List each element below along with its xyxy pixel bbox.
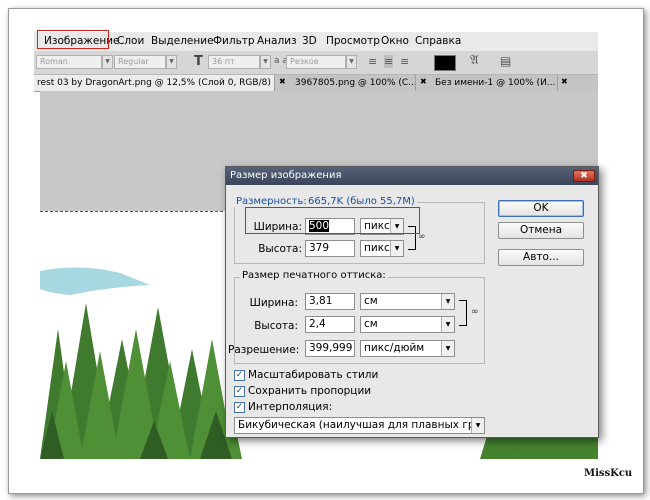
menu-highlight-frame bbox=[37, 30, 109, 49]
size-value: 665,7K (было 55,7M) bbox=[306, 196, 417, 207]
menu-bar: Изображение Слои Выделение Фильтр Анализ… bbox=[34, 32, 598, 52]
print-size-label: Размер печатного оттиска: bbox=[240, 270, 388, 281]
font-style-field[interactable]: Regular bbox=[114, 55, 166, 69]
chevron-down-icon[interactable]: ▼ bbox=[102, 55, 113, 69]
chevron-down-icon[interactable]: ▼ bbox=[260, 55, 271, 69]
resolution-unit-select[interactable]: пикс/дюйм ▼ bbox=[360, 340, 455, 357]
close-icon[interactable]: ✖ bbox=[420, 77, 427, 86]
menu-layers[interactable]: Слои bbox=[117, 35, 144, 47]
auto-button[interactable]: Авто... bbox=[498, 249, 584, 266]
print-width-input[interactable]: 3,81 bbox=[305, 293, 355, 310]
resolution-input[interactable]: 399,999 bbox=[305, 340, 355, 357]
panels-icon[interactable]: ▤ bbox=[500, 54, 511, 68]
align-right-icon[interactable]: ≡ bbox=[400, 55, 409, 68]
resample-checkbox[interactable]: ✓ bbox=[234, 402, 245, 413]
resolution-label: Разрешение: bbox=[228, 344, 300, 356]
dialog-title: Размер изображения bbox=[226, 167, 598, 185]
warp-text-icon[interactable]: 𝔄 bbox=[470, 53, 479, 68]
text-color-swatch[interactable] bbox=[434, 55, 456, 71]
menu-help[interactable]: Справка bbox=[415, 35, 461, 47]
print-height-unit: см bbox=[364, 318, 378, 330]
pixel-height-unit: пикс. bbox=[364, 242, 394, 254]
close-icon[interactable]: ✖ bbox=[279, 77, 286, 86]
chevron-down-icon[interactable]: ▼ bbox=[346, 55, 357, 69]
antialias-field[interactable]: Резкое bbox=[286, 55, 346, 69]
chevron-down-icon: ▼ bbox=[471, 418, 484, 433]
chevron-down-icon: ▼ bbox=[441, 341, 454, 356]
resolution-unit: пикс/дюйм bbox=[364, 342, 425, 354]
constrain-proportions-label: Сохранить пропорции bbox=[248, 385, 372, 397]
constrain-proportions-checkbox[interactable]: ✓ bbox=[234, 386, 245, 397]
print-width-unit-select[interactable]: см ▼ bbox=[360, 293, 455, 310]
print-height-input[interactable]: 2,4 bbox=[305, 316, 355, 333]
width-highlight-frame bbox=[245, 207, 420, 234]
doc-tab-untitled[interactable]: Без имени-1 @ 100% (И... bbox=[432, 75, 558, 91]
chevron-down-icon[interactable]: ▼ bbox=[166, 55, 177, 69]
align-left-icon[interactable]: ≡ bbox=[368, 55, 377, 68]
print-constrain-bracket bbox=[459, 300, 467, 326]
resample-label: Интерполяция: bbox=[248, 401, 333, 413]
doc-tab-forest[interactable]: rest 03 by DragonArt.png @ 12,5% (Слой 0… bbox=[34, 75, 275, 91]
print-width-label: Ширина: bbox=[249, 297, 298, 309]
interpolation-select[interactable]: Бикубическая (наилучшая для плавных град… bbox=[234, 417, 485, 434]
font-size-icon: T bbox=[194, 54, 203, 69]
menu-filter[interactable]: Фильтр bbox=[213, 35, 255, 47]
options-bar: Roman ▼ Regular ▼ T 36 пт ▼ a a Резкое ▼… bbox=[34, 51, 598, 75]
menu-3d[interactable]: 3D bbox=[302, 35, 317, 47]
document-tab-bar: rest 03 by DragonArt.png @ 12,5% (Слой 0… bbox=[34, 75, 598, 92]
font-family-field[interactable]: Roman bbox=[36, 55, 102, 69]
close-icon[interactable]: ✖ bbox=[573, 170, 595, 182]
chevron-down-icon: ▼ bbox=[441, 294, 454, 309]
scale-styles-label: Масштабировать стили bbox=[248, 369, 379, 381]
size-label: Размерность: bbox=[234, 196, 309, 207]
print-height-label: Высота: bbox=[254, 320, 298, 332]
menu-select[interactable]: Выделение bbox=[151, 35, 214, 47]
align-center-icon[interactable]: ≡ bbox=[384, 55, 394, 68]
ok-button[interactable]: OK bbox=[498, 200, 584, 217]
chevron-down-icon: ▼ bbox=[390, 241, 403, 256]
doc-tab-3967805[interactable]: 3967805.png @ 100% (С... bbox=[292, 75, 416, 91]
pixel-height-unit-select[interactable]: пикс. ▼ bbox=[360, 240, 404, 257]
print-height-unit-select[interactable]: см ▼ bbox=[360, 316, 455, 333]
chain-link-icon: ∞ bbox=[471, 307, 479, 317]
scale-styles-checkbox[interactable]: ✓ bbox=[234, 370, 245, 381]
pixel-height-input[interactable]: 379 bbox=[305, 240, 355, 257]
font-size-field[interactable]: 36 пт bbox=[208, 55, 260, 69]
close-icon[interactable]: ✖ bbox=[561, 77, 568, 86]
menu-view[interactable]: Просмотр bbox=[326, 35, 380, 47]
pixel-height-label: Высота: bbox=[258, 243, 302, 255]
menu-analysis[interactable]: Анализ bbox=[257, 35, 297, 47]
menu-window[interactable]: Окно bbox=[381, 35, 409, 47]
chevron-down-icon: ▼ bbox=[441, 317, 454, 332]
cancel-button[interactable]: Отмена bbox=[498, 222, 584, 239]
interpolation-value: Бикубическая (наилучшая для плавных град… bbox=[238, 419, 484, 431]
print-width-unit: см bbox=[364, 295, 378, 307]
watermark: MissKcu bbox=[584, 468, 633, 479]
